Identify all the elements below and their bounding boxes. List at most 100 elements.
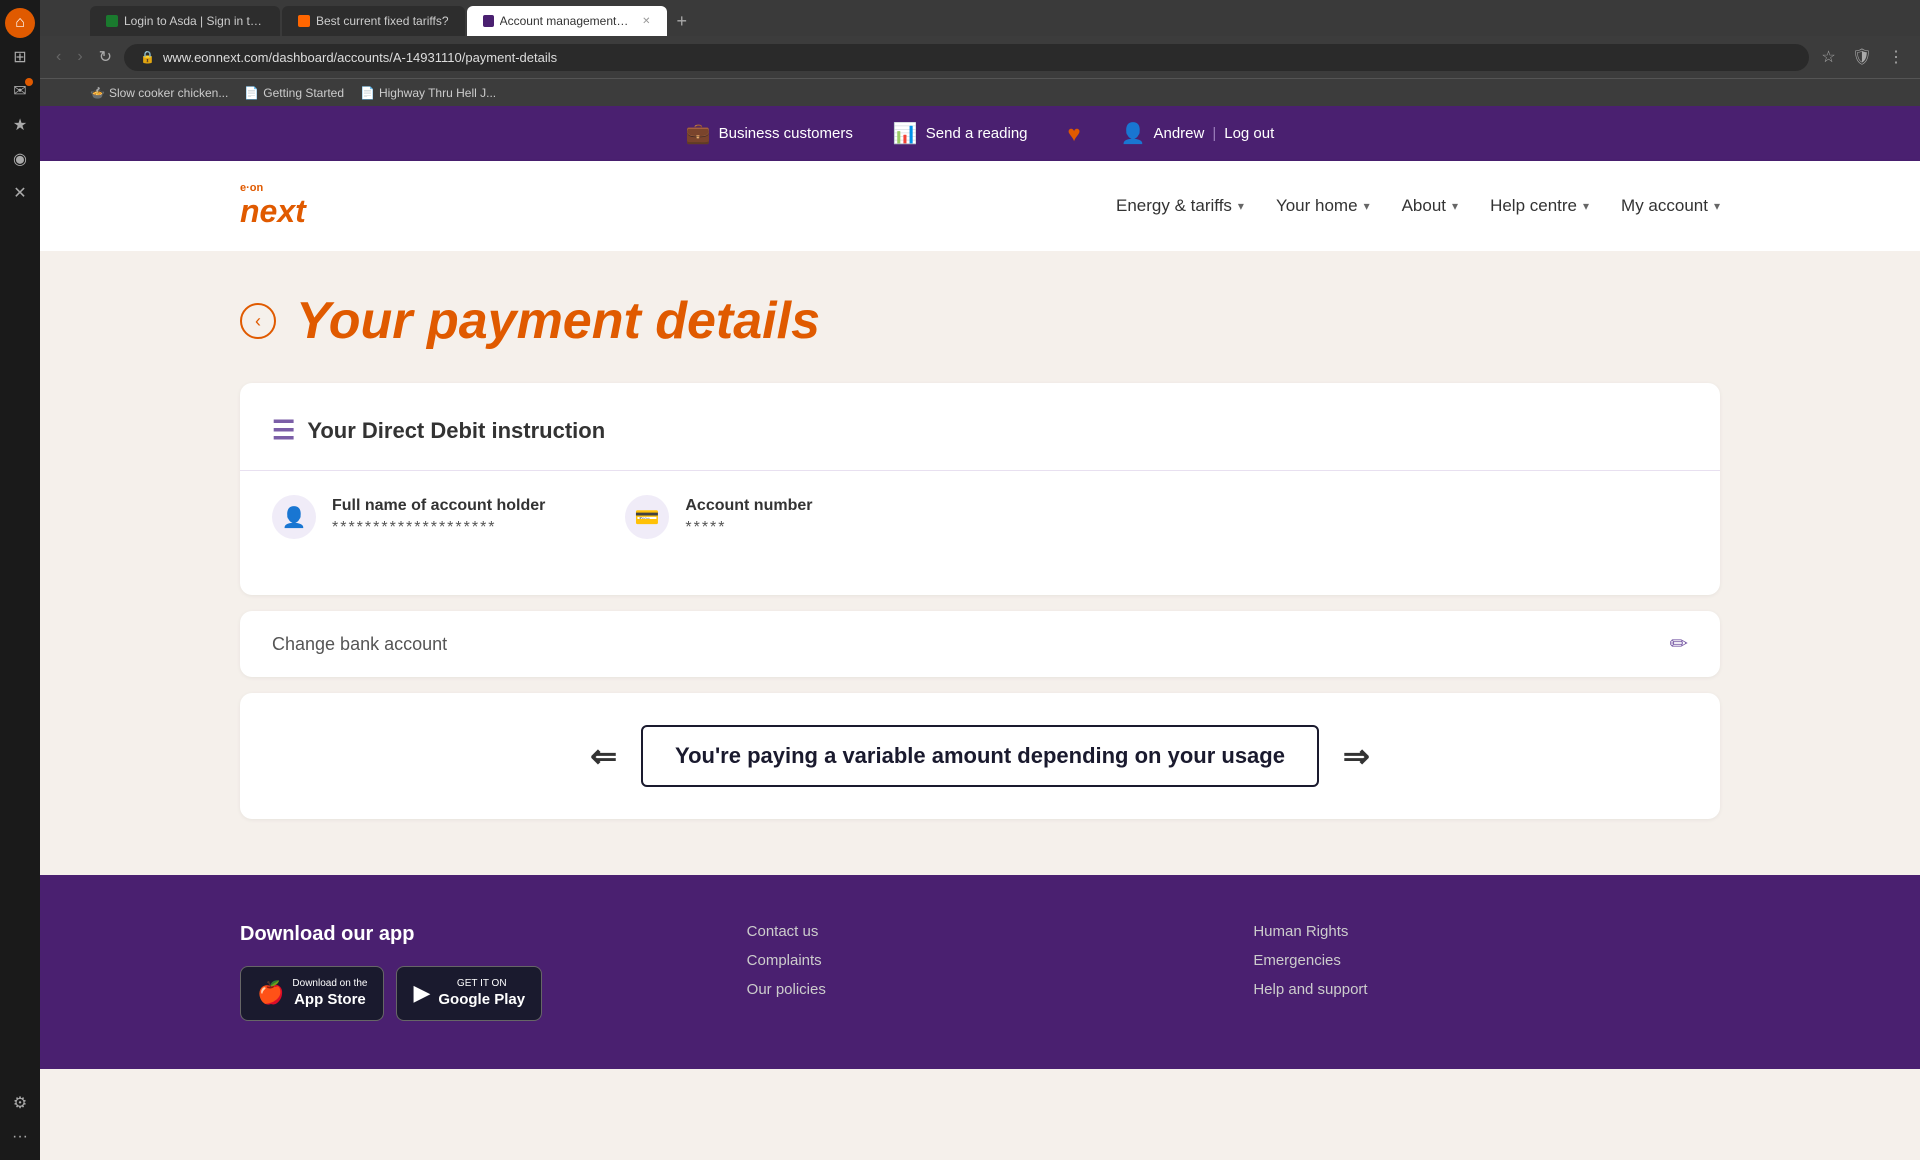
- chevron-down-icon: ▾: [1364, 199, 1370, 213]
- sidebar-more-icon[interactable]: ···: [5, 1122, 35, 1152]
- address-bar[interactable]: 🔒 www.eonnext.com/dashboard/accounts/A-1…: [124, 44, 1809, 71]
- account-holder-field: 👤 Full name of account holder **********…: [272, 495, 545, 539]
- card-icon: 💳: [625, 495, 669, 539]
- logo-next: next: [240, 194, 306, 229]
- reload-button[interactable]: ↻: [95, 43, 116, 71]
- bookmark-label: Slow cooker chicken...: [109, 86, 228, 100]
- change-bank-label: Change bank account: [272, 634, 447, 655]
- tab-account[interactable]: Account management | Pa ✕: [467, 6, 667, 36]
- page-title: Your payment details: [296, 291, 820, 351]
- send-reading-link[interactable]: 📊 Send a reading: [893, 121, 1028, 146]
- separator: |: [1212, 125, 1216, 142]
- heart-icon-link[interactable]: ♥: [1068, 121, 1081, 147]
- our-policies-link[interactable]: Our policies: [747, 981, 1214, 998]
- nav-energy-tariffs-label: Energy & tariffs: [1116, 196, 1232, 216]
- sidebar-notifications-icon[interactable]: ✉: [5, 76, 35, 106]
- back-button[interactable]: ‹: [240, 303, 276, 339]
- bookmark-this-button[interactable]: ☆: [1817, 43, 1839, 71]
- back-arrow-icon: ‹: [255, 311, 261, 332]
- nav-help-centre-label: Help centre: [1490, 196, 1577, 216]
- sidebar-instagram-icon[interactable]: ◉: [5, 144, 35, 174]
- nav-my-account[interactable]: My account ▾: [1621, 196, 1720, 216]
- business-customers-link[interactable]: 💼 Business customers: [686, 121, 853, 146]
- user-icon: 👤: [1121, 121, 1146, 146]
- footer-app-section: Download our app 🍎 Download on the App S…: [240, 923, 707, 1021]
- arrow-left-icon: ⇐: [590, 737, 617, 775]
- account-number-field: 💳 Account number *****: [625, 495, 812, 539]
- bookmark-getting-started[interactable]: 📄 Getting Started: [244, 86, 344, 100]
- play-store-label: GET IT ON: [438, 977, 525, 990]
- variable-payment-label: You're paying a variable amount dependin…: [675, 743, 1285, 768]
- meter-icon: 📊: [893, 121, 918, 146]
- app-buttons: 🍎 Download on the App Store ▶ GET IT ON …: [240, 966, 707, 1021]
- logout-label[interactable]: Log out: [1224, 125, 1274, 142]
- briefcase-icon: 💼: [686, 121, 711, 146]
- nav-about-label: About: [1402, 196, 1446, 216]
- chevron-down-icon: ▾: [1452, 199, 1458, 213]
- business-customers-label: Business customers: [719, 125, 853, 142]
- play-store-name: Google Play: [438, 990, 525, 1010]
- footer: Download our app 🍎 Download on the App S…: [40, 875, 1920, 1069]
- direct-debit-card: ☰ Your Direct Debit instruction 👤 Full n…: [240, 383, 1720, 595]
- utility-bar: 💼 Business customers 📊 Send a reading ♥ …: [40, 106, 1920, 161]
- active-tab-label: Account management | Pa: [500, 14, 631, 28]
- nav-your-home[interactable]: Your home ▾: [1276, 196, 1370, 216]
- chevron-down-icon: ▾: [1583, 199, 1589, 213]
- edit-icon[interactable]: ✏: [1670, 631, 1688, 657]
- nav-items: Energy & tariffs ▾ Your home ▾ About ▾ H…: [1116, 196, 1720, 216]
- bookmark-label: Getting Started: [263, 86, 344, 100]
- sidebar-bookmark-icon[interactable]: ★: [5, 110, 35, 140]
- app-store-name: App Store: [292, 990, 367, 1010]
- account-details: 👤 Full name of account holder **********…: [272, 471, 1688, 563]
- change-bank-card[interactable]: Change bank account ✏: [240, 611, 1720, 677]
- sidebar-x-icon[interactable]: ✕: [5, 178, 35, 208]
- sidebar-apps-icon[interactable]: ⊞: [5, 42, 35, 72]
- extension-button[interactable]: 🛡: [1848, 43, 1876, 71]
- nav-your-home-label: Your home: [1276, 196, 1358, 216]
- page-content: ‹ Your payment details ☰ Your Direct Deb…: [40, 251, 1920, 875]
- chevron-down-icon: ▾: [1714, 199, 1720, 213]
- back-button[interactable]: ‹: [52, 44, 65, 70]
- nav-energy-tariffs[interactable]: Energy & tariffs ▾: [1116, 196, 1244, 216]
- contact-us-link[interactable]: Contact us: [747, 923, 1214, 940]
- complaints-link[interactable]: Complaints: [747, 952, 1214, 969]
- help-support-link[interactable]: Help and support: [1253, 981, 1720, 998]
- logo[interactable]: e·on next: [240, 182, 306, 229]
- page-header: ‹ Your payment details: [240, 291, 1720, 351]
- direct-debit-icon: ☰: [272, 415, 295, 446]
- chevron-down-icon: ▾: [1238, 199, 1244, 213]
- forward-button[interactable]: ›: [73, 44, 86, 70]
- more-tools-button[interactable]: ⋮: [1884, 43, 1908, 71]
- direct-debit-label: Your Direct Debit instruction: [307, 418, 605, 444]
- play-store-button[interactable]: ▶ GET IT ON Google Play: [396, 966, 542, 1021]
- lock-icon: 🔒: [140, 50, 155, 64]
- account-number-value: *****: [685, 519, 812, 537]
- arrow-right-icon: ⇒: [1343, 737, 1370, 775]
- app-store-button[interactable]: 🍎 Download on the App Store: [240, 966, 384, 1021]
- sidebar-settings-icon[interactable]: ⚙: [5, 1088, 35, 1118]
- person-icon: 👤: [272, 495, 316, 539]
- main-navigation: e·on next Energy & tariffs ▾ Your home ▾…: [40, 161, 1920, 251]
- bookmark-highway[interactable]: 📄 Highway Thru Hell J...: [360, 86, 496, 100]
- human-rights-link[interactable]: Human Rights: [1253, 923, 1720, 940]
- tab-fixed[interactable]: Best current fixed tariffs?: [282, 6, 465, 36]
- nav-about[interactable]: About ▾: [1402, 196, 1458, 216]
- nav-help-centre[interactable]: Help centre ▾: [1490, 196, 1589, 216]
- footer-links-col2: Human Rights Emergencies Help and suppor…: [1253, 923, 1720, 1021]
- new-tab-button[interactable]: +: [669, 11, 696, 32]
- direct-debit-title: ☰ Your Direct Debit instruction: [272, 415, 1688, 446]
- tab-asda[interactable]: Login to Asda | Sign in to...: [90, 6, 280, 36]
- variable-payment-text: You're paying a variable amount dependin…: [641, 725, 1319, 787]
- heart-icon: ♥: [1068, 121, 1081, 147]
- browser-chrome: Login to Asda | Sign in to... Best curre…: [40, 0, 1920, 106]
- browser-sidebar: ⌂ ⊞ ✉ ★ ◉ ✕ ⚙ ···: [0, 0, 40, 1160]
- bookmark-slow-cooker[interactable]: 🍲 Slow cooker chicken...: [90, 86, 228, 100]
- download-app-title: Download our app: [240, 923, 707, 946]
- variable-payment-card: ⇐ You're paying a variable amount depend…: [240, 693, 1720, 819]
- account-number-label: Account number: [685, 497, 812, 515]
- sidebar-home-icon[interactable]: ⌂: [5, 8, 35, 38]
- footer-links-col1: Contact us Complaints Our policies: [747, 923, 1214, 1021]
- nav-my-account-label: My account: [1621, 196, 1708, 216]
- emergencies-link[interactable]: Emergencies: [1253, 952, 1720, 969]
- user-link[interactable]: 👤 Andrew | Log out: [1121, 121, 1275, 146]
